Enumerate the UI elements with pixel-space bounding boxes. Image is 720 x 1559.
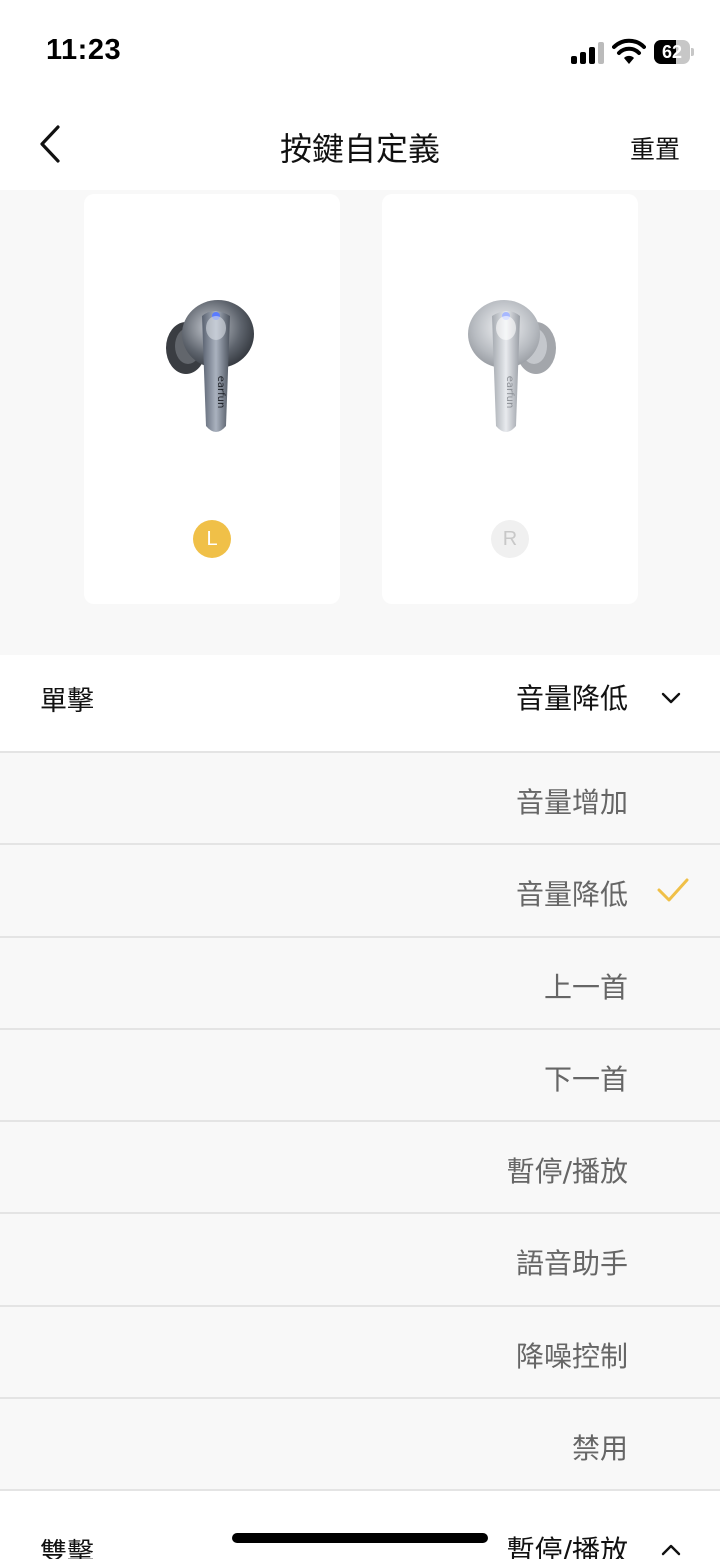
status-time: 11:23 <box>46 34 122 66</box>
option-noise-control[interactable]: 降噪控制 <box>0 1304 720 1398</box>
battery-percentage: 62 <box>661 42 683 62</box>
left-earbud-image: earfun <box>166 300 254 432</box>
right-earbud-image: earfun <box>468 300 556 432</box>
option-play-pause[interactable]: 暫停/播放 <box>0 1120 720 1213</box>
single-tap-label: 單擊 <box>40 686 94 717</box>
option-previous-track[interactable]: 上一首 <box>0 935 720 1028</box>
home-indicator <box>232 1533 488 1543</box>
option-label: 下一首 <box>543 1062 628 1096</box>
option-disable[interactable]: 禁用 <box>0 1397 720 1490</box>
double-tap-row[interactable]: 雙擊 暫停/播放 <box>0 1489 720 1559</box>
battery-icon: 62 <box>654 40 694 64</box>
option-label: 音量增加 <box>515 786 628 819</box>
option-label: 暫停/播放 <box>506 1155 628 1189</box>
option-voice-assistant[interactable]: 語音助手 <box>0 1212 720 1305</box>
right-earbud-card[interactable]: earfun R <box>382 194 638 604</box>
option-label: 禁用 <box>571 1432 628 1466</box>
status-bar: 11:23 62 <box>0 0 720 100</box>
earfun-logo-right: earfun <box>504 376 515 409</box>
single-tap-row[interactable]: 單擊 音量降低 <box>0 655 720 751</box>
option-label: 音量降低 <box>515 878 628 912</box>
option-label: 上一首 <box>543 970 628 1004</box>
option-volume-up[interactable]: 音量增加 <box>0 751 720 844</box>
nav-bar: 按鍵自定義 重置 <box>0 100 720 190</box>
double-tap-label: 雙擊 <box>40 1538 94 1559</box>
chevron-up-icon[interactable] <box>658 1537 684 1559</box>
left-earbud-card[interactable]: earfun L <box>84 194 340 604</box>
right-side-badge: R <box>491 520 529 558</box>
option-label: 降噪控制 <box>515 1339 628 1373</box>
wifi-icon <box>612 38 646 64</box>
single-tap-options: 音量增加 音量降低 上一首 下一首 暫停/播放 語音助手 降噪控制 禁用 <box>0 751 720 1490</box>
chevron-down-icon[interactable] <box>658 685 684 711</box>
double-tap-value: 暫停/播放 <box>506 1534 628 1559</box>
option-next-track[interactable]: 下一首 <box>0 1027 720 1121</box>
single-tap-value: 音量降低 <box>515 682 628 715</box>
earfun-logo-left: earfun <box>215 376 226 409</box>
option-label: 語音助手 <box>515 1247 628 1281</box>
left-side-badge: L <box>193 520 231 558</box>
reset-button[interactable]: 重置 <box>630 130 680 166</box>
page-title: 按鍵自定義 <box>279 130 440 168</box>
earbud-selector: earfun L earfun R <box>0 190 720 655</box>
option-volume-down[interactable]: 音量降低 <box>0 843 720 936</box>
cellular-signal-icon <box>571 40 605 64</box>
check-icon <box>657 878 689 902</box>
